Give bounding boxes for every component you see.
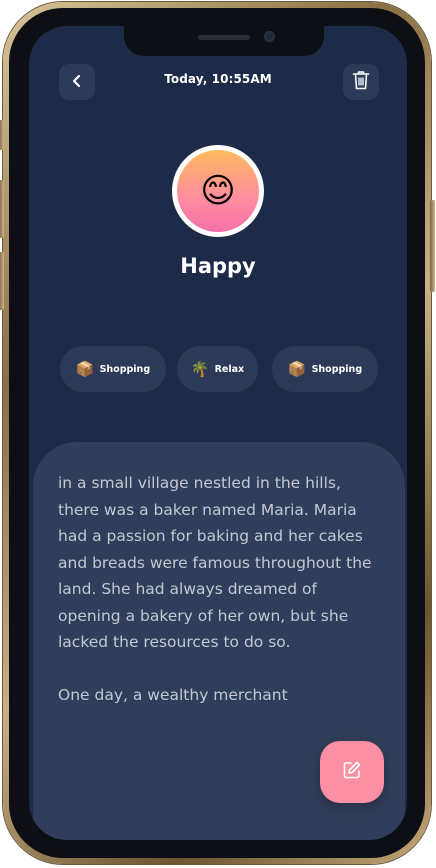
tag-label: Shopping	[99, 363, 151, 375]
phone-side-button	[0, 252, 4, 310]
tag-label: Shopping	[311, 363, 363, 375]
trash-icon	[352, 70, 370, 94]
activity-tag-shopping[interactable]: 📦 Shopping	[272, 346, 378, 392]
phone-side-button	[430, 200, 435, 292]
notch	[124, 26, 324, 56]
palm-tree-icon: 🌴	[190, 360, 210, 378]
activity-tag-shopping[interactable]: 📦 Shopping	[60, 346, 166, 392]
speaker-grille	[198, 35, 250, 40]
mood-avatar: 😊	[172, 145, 264, 237]
smiling-face-icon: 😊	[200, 171, 236, 211]
delete-button[interactable]	[343, 64, 379, 100]
edit-icon	[342, 760, 362, 784]
edit-button[interactable]	[320, 741, 384, 803]
app-screen: Today, 10:55AM 😊 Happy 📦 Shopping 🌴 Rela…	[29, 26, 407, 840]
phone-side-button	[0, 120, 4, 150]
note-text: in a small village nestled in the hills,…	[58, 474, 372, 704]
mood-gradient-circle: 😊	[177, 150, 259, 232]
package-icon: 📦	[75, 360, 95, 378]
mood-label: Happy	[180, 254, 256, 278]
tag-label: Relax	[214, 363, 245, 375]
activity-tag-relax[interactable]: 🌴 Relax	[177, 346, 258, 392]
package-icon: 📦	[287, 360, 307, 378]
front-camera	[264, 31, 275, 42]
phone-side-button	[0, 180, 4, 238]
